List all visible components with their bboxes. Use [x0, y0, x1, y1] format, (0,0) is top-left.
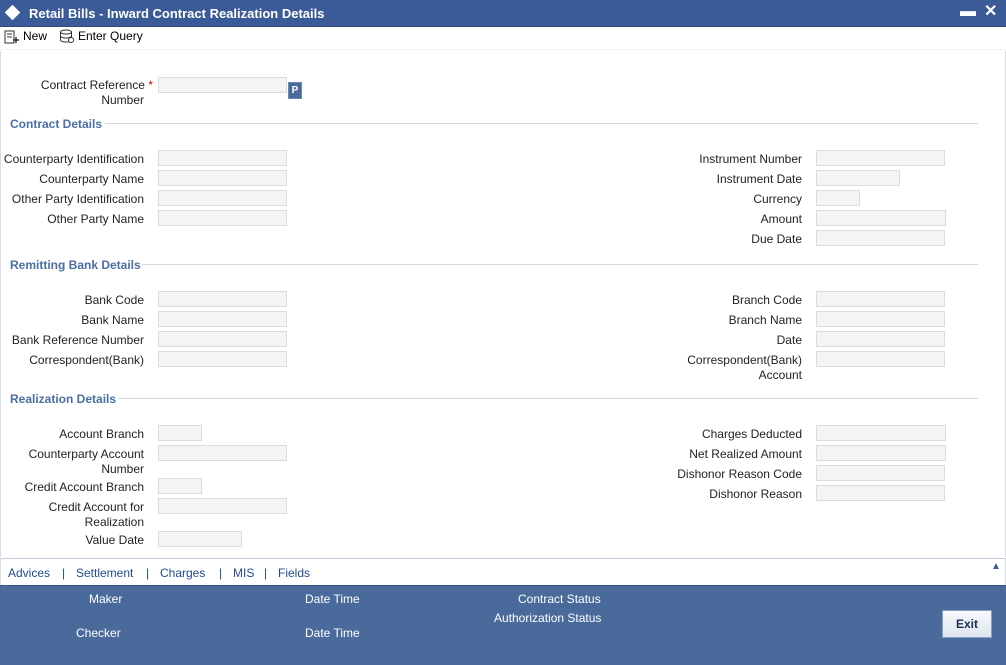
- branch-code-label: Branch Code: [731, 293, 802, 307]
- counterparty-account-label: Counterparty Account: [28, 447, 144, 461]
- counterparty-account-input[interactable]: [158, 445, 287, 461]
- contract-reference-lov-button[interactable]: P: [288, 82, 302, 99]
- due-date-label: Due Date: [751, 232, 802, 246]
- other-party-id-input[interactable]: [158, 190, 287, 206]
- exit-button[interactable]: Exit: [942, 610, 992, 638]
- bank-name-label: Bank Name: [81, 313, 144, 327]
- title-bar: Retail Bills - Inward Contract Realizati…: [0, 0, 1006, 27]
- window-title: Retail Bills - Inward Contract Realizati…: [29, 6, 325, 21]
- branch-name-label: Branch Name: [728, 313, 802, 327]
- net-realized-amount-input[interactable]: [816, 445, 946, 461]
- correspondent-bank-label: Correspondent(Bank): [29, 353, 144, 367]
- section-divider: [105, 123, 978, 124]
- charges-deducted-label: Charges Deducted: [701, 427, 802, 441]
- value-date-label: Value Date: [85, 533, 144, 547]
- currency-label: Currency: [753, 192, 802, 206]
- instrument-date-input[interactable]: [816, 170, 900, 186]
- counterparty-account-label-2: Number: [101, 462, 144, 476]
- contract-reference-label: Contract Reference *: [40, 78, 153, 92]
- tab-fields[interactable]: Fields: [278, 566, 310, 580]
- query-database-icon: [60, 29, 74, 44]
- branch-code-input[interactable]: [816, 291, 945, 307]
- contract-details-header: Contract Details: [10, 117, 103, 131]
- form-area: Contract Reference * Number P Contract D…: [0, 51, 1006, 557]
- authorization-status-label: Authorization Status: [494, 611, 602, 625]
- audit-footer: Maker Date Time Contract Status Authoriz…: [0, 585, 1006, 665]
- enter-query-label: Enter Query: [78, 29, 143, 43]
- bank-code-input[interactable]: [158, 291, 287, 307]
- bank-code-label: Bank Code: [84, 293, 144, 307]
- charges-deducted-input[interactable]: [816, 425, 946, 441]
- counterparty-name-input[interactable]: [158, 170, 287, 186]
- date-label: Date: [776, 333, 802, 347]
- instrument-number-label: Instrument Number: [699, 152, 802, 166]
- credit-account-realization-label: Credit Account for: [48, 500, 144, 514]
- realization-details-header: Realization Details: [10, 392, 117, 406]
- credit-account-realization-label-2: Realization: [84, 515, 144, 529]
- dishonor-reason-code-label: Dishonor Reason Code: [677, 467, 802, 481]
- close-icon[interactable]: ✕: [984, 3, 997, 21]
- amount-label: Amount: [760, 212, 802, 226]
- tab-separator: |: [219, 566, 223, 580]
- bank-reference-input[interactable]: [158, 331, 287, 347]
- dishonor-reason-label: Dishonor Reason: [709, 487, 802, 501]
- enter-query-button[interactable]: Enter Query: [59, 28, 143, 48]
- maker-label: Maker: [89, 592, 123, 606]
- scroll-up-icon[interactable]: ▲: [989, 561, 1003, 573]
- instrument-number-input[interactable]: [816, 150, 945, 166]
- date-input[interactable]: [816, 331, 945, 347]
- contract-reference-input[interactable]: [158, 77, 287, 93]
- dishonor-reason-input[interactable]: [816, 485, 945, 501]
- credit-account-realization-input[interactable]: [158, 498, 287, 514]
- credit-account-branch-input[interactable]: [158, 478, 202, 494]
- contract-status-label: Contract Status: [518, 592, 601, 606]
- counterparty-id-label: Counterparty Identification: [3, 152, 144, 166]
- new-document-icon: [4, 30, 19, 44]
- section-divider: [142, 264, 978, 265]
- account-branch-input[interactable]: [158, 425, 202, 441]
- due-date-input[interactable]: [816, 230, 945, 246]
- new-label: New: [23, 29, 48, 43]
- tab-separator: |: [62, 566, 66, 580]
- contract-reference-label-2: Number: [101, 93, 144, 107]
- account-branch-label: Account Branch: [59, 427, 144, 441]
- bank-reference-label: Bank Reference Number: [11, 333, 144, 347]
- other-party-id-label: Other Party Identification: [11, 192, 144, 206]
- branch-name-input[interactable]: [816, 311, 945, 327]
- checker-date-time-label: Date Time: [305, 626, 360, 640]
- maker-date-time-label: Date Time: [305, 592, 360, 606]
- counterparty-name-label: Counterparty Name: [39, 172, 144, 186]
- correspondent-bank-input[interactable]: [158, 351, 287, 367]
- other-party-name-input[interactable]: [158, 210, 287, 226]
- amount-input[interactable]: [816, 210, 946, 226]
- correspondent-account-label-2: Account: [758, 368, 802, 382]
- dishonor-reason-code-input[interactable]: [816, 465, 945, 481]
- new-button[interactable]: New: [4, 28, 47, 48]
- tab-advices[interactable]: Advices: [8, 566, 50, 580]
- tab-settlement[interactable]: Settlement: [76, 566, 133, 580]
- bank-name-input[interactable]: [158, 311, 287, 327]
- remitting-bank-header: Remitting Bank Details: [10, 258, 141, 272]
- section-divider: [118, 398, 978, 399]
- instrument-date-label: Instrument Date: [716, 172, 802, 186]
- tab-separator: |: [264, 566, 268, 580]
- credit-account-branch-label: Credit Account Branch: [24, 480, 144, 494]
- tab-separator: |: [146, 566, 150, 580]
- required-marker: *: [148, 78, 153, 92]
- subsystem-tab-bar: Advices | Settlement | Charges | MIS | F…: [0, 558, 1006, 585]
- toolbar: New Enter Query: [0, 27, 1006, 50]
- checker-label: Checker: [76, 626, 121, 640]
- correspondent-account-input[interactable]: [816, 351, 945, 367]
- net-realized-amount-label: Net Realized Amount: [689, 447, 802, 461]
- other-party-name-label: Other Party Name: [47, 212, 144, 226]
- app-diamond-icon: [4, 4, 21, 21]
- correspondent-account-label: Correspondent(Bank): [687, 353, 802, 367]
- minimize-icon[interactable]: ▬: [960, 3, 976, 21]
- currency-input[interactable]: [816, 190, 860, 206]
- tab-charges[interactable]: Charges: [160, 566, 205, 580]
- counterparty-id-input[interactable]: [158, 150, 287, 166]
- value-date-input[interactable]: [158, 531, 242, 547]
- tab-mis[interactable]: MIS: [233, 566, 254, 580]
